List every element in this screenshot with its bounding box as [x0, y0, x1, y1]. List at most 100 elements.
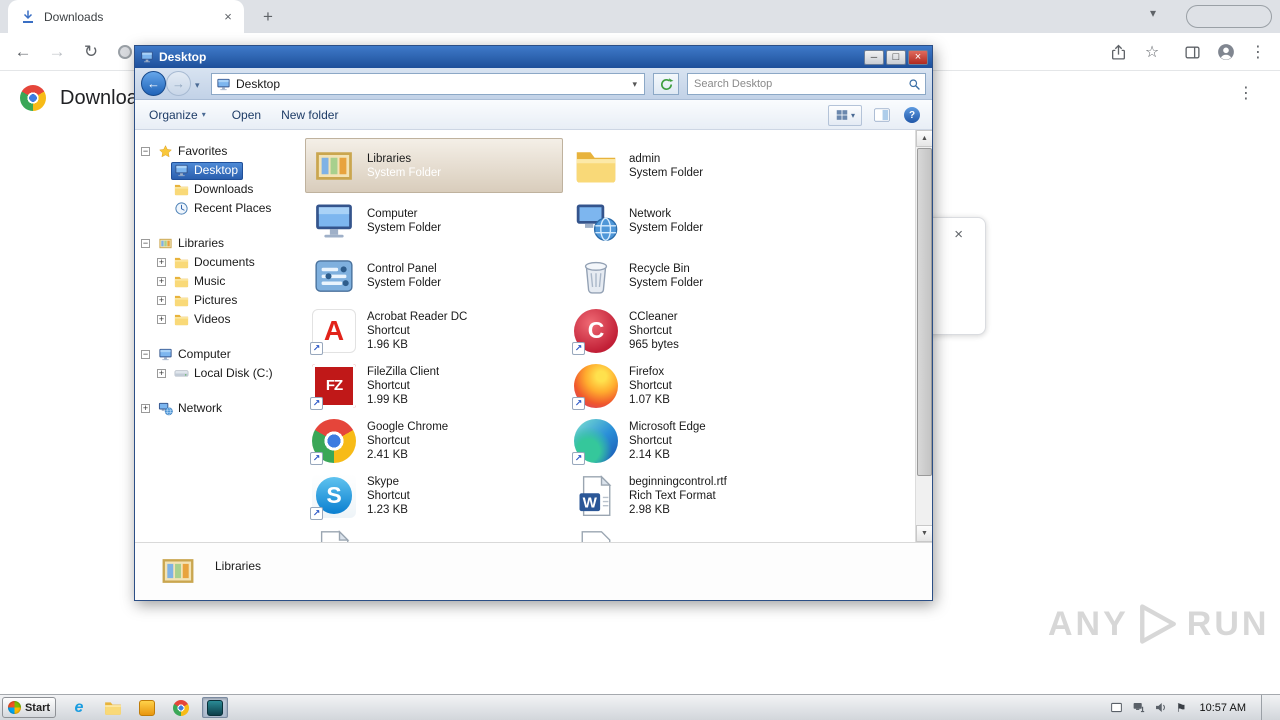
plus-expander-icon[interactable] — [141, 404, 150, 413]
status-bar: Libraries — [135, 542, 932, 600]
file-tile-microsoft-edge[interactable]: Microsoft EdgeShortcut2.14 KB — [567, 413, 825, 468]
file-name: FileZilla Client — [367, 365, 440, 378]
tree-item-favorites[interactable]: Favorites — [135, 142, 301, 161]
search-icon[interactable] — [903, 74, 925, 94]
tree-item-downloads[interactable]: Downloads — [135, 180, 301, 199]
plus-expander-icon[interactable] — [157, 369, 166, 378]
start-button[interactable]: Start — [2, 697, 56, 718]
file-tile-google-chrome[interactable]: Google ChromeShortcut2.41 KB — [305, 413, 563, 468]
close-button[interactable] — [908, 49, 928, 65]
watermark-text-left: ANY — [1048, 604, 1129, 643]
file-tile-acrobat-reader-dc[interactable]: A Acrobat Reader DCShortcut1.96 KB — [305, 303, 563, 358]
file-tile-beginningcontrol-rtf[interactable]: Wbeginningcontrol.rtf Rich Text Format 2.9… — [567, 468, 825, 523]
png-icon — [574, 529, 618, 542]
address-bar[interactable]: Desktop ▾ — [211, 73, 645, 95]
scroll-up-icon[interactable] — [916, 130, 932, 147]
vertical-scrollbar[interactable] — [915, 130, 932, 542]
new-folder-button[interactable]: New folder — [281, 108, 338, 122]
file-size: 1.07 KB — [629, 393, 670, 406]
file-tile-admin[interactable]: admin System Folder — [567, 138, 825, 193]
browser-reload-button[interactable]: ↻ — [76, 33, 106, 71]
open-button[interactable]: Open — [232, 108, 261, 122]
window-titlebar[interactable]: Desktop — [135, 46, 932, 68]
network-icon[interactable] — [1132, 701, 1145, 714]
chrome-logo-icon — [20, 85, 46, 111]
browser-menu-icon[interactable]: ⋮ — [1246, 40, 1270, 64]
file-tile-network[interactable]: Network System Folder — [567, 193, 825, 248]
tree-item-documents[interactable]: Documents — [135, 253, 301, 272]
bookmark-star-icon[interactable]: ☆ — [1140, 40, 1164, 64]
file-tile-recycle-bin[interactable]: Recycle Bin System Folder — [567, 248, 825, 303]
file-tile-filezilla-client[interactable]: FZ FileZilla ClientShortcut1.99 KB — [305, 358, 563, 413]
address-dropdown-icon[interactable]: ▾ — [629, 79, 640, 90]
help-icon[interactable]: ? — [904, 107, 920, 123]
forward-button[interactable]: → — [166, 71, 191, 96]
page-menu-icon[interactable]: ⋮ — [1238, 83, 1254, 103]
tree-item-network[interactable]: Network — [135, 399, 301, 418]
minimize-button[interactable] — [864, 49, 884, 65]
taskbar-explorer-button[interactable] — [100, 697, 126, 718]
tree-item-libraries[interactable]: Libraries — [135, 234, 301, 253]
file-tile-computer[interactable]: Computer System Folder — [305, 193, 563, 248]
browser-tab-downloads[interactable]: Downloads × — [8, 0, 244, 33]
tree-item-desktop[interactable]: Desktop — [135, 161, 301, 180]
plus-expander-icon[interactable] — [157, 277, 166, 286]
taskbar: Start e ⚑ 10:57 AM — [0, 694, 1280, 720]
minus-expander-icon[interactable] — [141, 350, 150, 359]
clock[interactable]: 10:57 AM — [1200, 702, 1246, 714]
share-icon[interactable] — [1106, 40, 1130, 64]
browser-forward-button[interactable]: → — [42, 33, 72, 71]
tab-close-icon[interactable]: × — [220, 9, 236, 25]
browser-back-button[interactable]: ← — [8, 33, 38, 71]
file-name: Firefox — [629, 365, 665, 378]
preview-pane-icon[interactable] — [872, 106, 892, 124]
tree-item-computer[interactable]: Computer — [135, 345, 301, 364]
tree-item-recent-places[interactable]: Recent Places — [135, 199, 301, 218]
taskbar-chrome-button[interactable] — [168, 697, 194, 718]
desktop-window-icon — [140, 50, 154, 64]
tree-item-videos[interactable]: Videos — [135, 310, 301, 329]
change-view-button[interactable]: ▾ — [828, 104, 862, 126]
history-dropdown-icon[interactable]: ▾ — [195, 80, 200, 91]
file-tile-control-panel[interactable]: Control Panel System Folder — [305, 248, 563, 303]
plus-expander-icon[interactable] — [157, 296, 166, 305]
taskbar-active-window-button[interactable] — [202, 697, 228, 718]
plus-expander-icon[interactable] — [157, 258, 166, 267]
tree-item-music[interactable]: Music — [135, 272, 301, 291]
file-tile-districtna-png[interactable]: districtna.png — [567, 523, 825, 542]
file-tile-libraries[interactable]: Libraries System Folder — [305, 138, 563, 193]
side-panel-icon[interactable] — [1180, 40, 1204, 64]
taskbar-app-button[interactable] — [134, 697, 160, 718]
plus-expander-icon[interactable] — [157, 315, 166, 324]
organize-button[interactable]: Organize ▾ — [149, 108, 206, 122]
file-tile-componentsmap-rtf[interactable]: Wcomponentsmap.rtf — [305, 523, 563, 542]
search-box — [687, 73, 926, 95]
volume-icon[interactable] — [1154, 701, 1167, 714]
file-tile-firefox[interactable]: FirefoxShortcut1.07 KB — [567, 358, 825, 413]
scrollbar-thumb[interactable] — [917, 148, 932, 476]
extension-icon[interactable] — [118, 45, 132, 59]
maximize-button[interactable] — [886, 49, 906, 65]
scroll-down-icon[interactable] — [916, 525, 932, 542]
refresh-button[interactable] — [653, 73, 679, 95]
back-button[interactable]: ← — [141, 71, 166, 96]
file-name: Google Chrome — [367, 420, 449, 433]
tree-item-pictures[interactable]: Pictures — [135, 291, 301, 310]
shortcut-overlay-icon — [310, 506, 323, 520]
minus-expander-icon[interactable] — [141, 147, 150, 156]
star-icon — [158, 144, 173, 159]
tree-item-local-disk-c[interactable]: Local Disk (C:) — [135, 364, 301, 383]
tray-window-icon[interactable] — [1110, 701, 1123, 714]
shortcut-overlay-icon — [310, 396, 323, 410]
file-tile-skype[interactable]: S SkypeShortcut1.23 KB — [305, 468, 563, 523]
search-input[interactable] — [688, 78, 903, 90]
minus-expander-icon[interactable] — [141, 239, 150, 248]
new-tab-button[interactable]: + — [256, 5, 280, 29]
file-tile-ccleaner[interactable]: C CCleanerShortcut965 bytes — [567, 303, 825, 358]
taskbar-ie-button[interactable]: e — [66, 697, 92, 718]
close-icon[interactable]: × — [954, 226, 963, 243]
avatar[interactable] — [1214, 40, 1238, 64]
chevron-down-icon[interactable]: ▾ — [1150, 6, 1156, 20]
action-center-flag-icon[interactable]: ⚑ — [1176, 701, 1187, 715]
show-desktop-button[interactable] — [1261, 694, 1270, 720]
